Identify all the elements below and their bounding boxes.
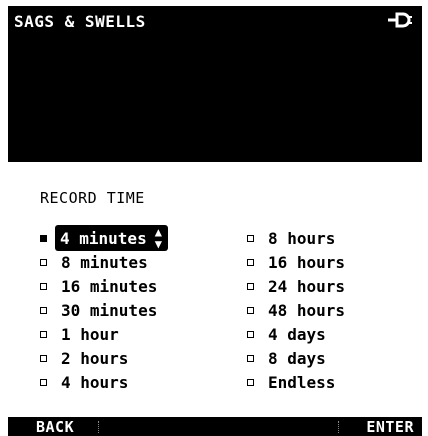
radio-icon (247, 306, 254, 314)
option-label: 24 hours (268, 276, 346, 296)
option-label: 4 days (268, 324, 326, 344)
record-time-panel: RECORD TIME 4 minutes ▲ ▼ 8 minutes 16 mi… (8, 162, 422, 417)
option-2-hours[interactable]: 2 hours (40, 346, 168, 370)
option-label: 8 minutes (61, 252, 148, 272)
screen-title: SAGS & SWELLS (14, 12, 146, 31)
option-endless[interactable]: Endless (247, 370, 345, 394)
option-8-days[interactable]: 8 days (247, 346, 345, 370)
softkey-bar: BACK ENTER (8, 417, 422, 436)
options-left-column: 4 minutes ▲ ▼ 8 minutes 16 minutes 30 min… (40, 225, 168, 394)
up-down-spinner-icon: ▲ ▼ (154, 225, 162, 251)
option-label: 48 hours (268, 300, 346, 320)
option-8-minutes[interactable]: 8 minutes (40, 250, 168, 274)
panel-title: RECORD TIME (40, 189, 145, 207)
option-label: 1 hour (61, 324, 119, 344)
selected-option-highlight[interactable]: 4 minutes ▲ ▼ (55, 225, 168, 251)
option-4-hours[interactable]: 4 hours (40, 370, 168, 394)
option-label: 2 hours (61, 348, 129, 368)
option-48-hours[interactable]: 48 hours (247, 298, 345, 322)
radio-icon (247, 354, 254, 362)
option-4-days[interactable]: 4 days (247, 322, 345, 346)
softkey-divider (98, 421, 99, 433)
option-label: 30 minutes (61, 300, 158, 320)
header-area: SAGS & SWELLS (8, 6, 422, 162)
option-4-minutes[interactable]: 4 minutes ▲ ▼ (40, 225, 168, 251)
option-label: Endless (268, 372, 336, 392)
radio-icon (40, 258, 47, 266)
radio-icon (40, 378, 47, 386)
radio-selected-icon (40, 234, 47, 242)
option-label: 4 minutes (60, 228, 147, 248)
option-label: 4 hours (61, 372, 129, 392)
radio-icon (247, 234, 254, 242)
option-label: 8 days (268, 348, 326, 368)
softkey-divider (338, 421, 339, 433)
radio-icon (247, 330, 254, 338)
enter-button[interactable]: ENTER (366, 418, 414, 436)
option-24-hours[interactable]: 24 hours (247, 274, 345, 298)
radio-icon (40, 282, 47, 290)
radio-icon (247, 282, 254, 290)
option-30-minutes[interactable]: 30 minutes (40, 298, 168, 322)
plug-icon (388, 12, 412, 28)
radio-icon (40, 354, 47, 362)
radio-icon (247, 378, 254, 386)
option-label: 16 hours (268, 252, 346, 272)
options-right-column: 8 hours 16 hours 24 hours 48 hours 4 day… (247, 226, 345, 394)
option-1-hour[interactable]: 1 hour (40, 322, 168, 346)
radio-icon (40, 330, 47, 338)
option-label: 16 minutes (61, 276, 158, 296)
device-screen: SAGS & SWELLS RECORD TIME 4 minutes ▲ ▼ 8… (8, 6, 422, 436)
option-8-hours[interactable]: 8 hours (247, 226, 345, 250)
radio-icon (247, 258, 254, 266)
option-16-minutes[interactable]: 16 minutes (40, 274, 168, 298)
option-label: 8 hours (268, 228, 336, 248)
option-16-hours[interactable]: 16 hours (247, 250, 345, 274)
back-button[interactable]: BACK (36, 418, 74, 436)
radio-icon (40, 306, 47, 314)
